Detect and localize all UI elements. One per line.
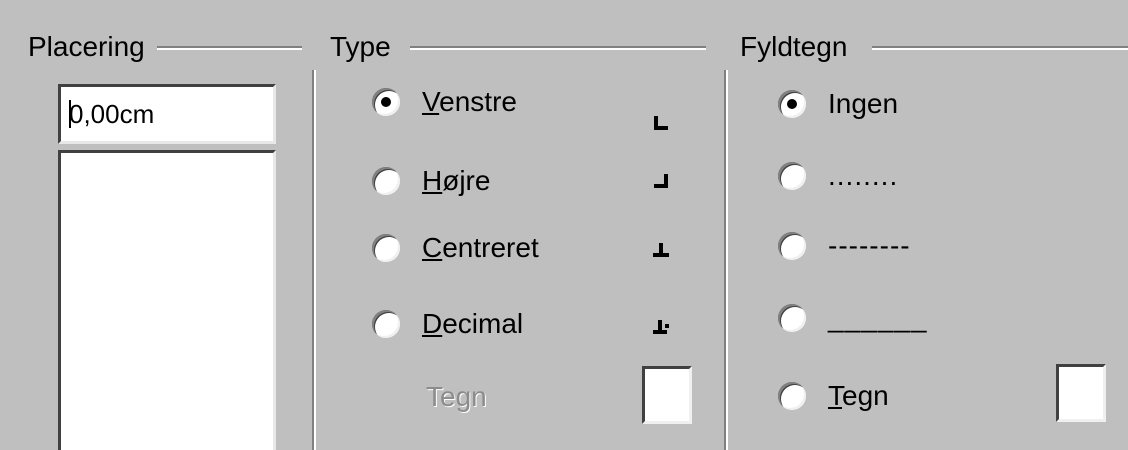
type-char-label: Tegn	[426, 381, 487, 412]
type-char-input[interactable]	[642, 366, 692, 424]
radio-button-hojre[interactable]	[372, 167, 400, 195]
center-tab-icon	[653, 243, 669, 257]
type-option-venstre-label: Venstre	[422, 86, 517, 117]
separator-left	[312, 70, 316, 450]
text-cursor	[69, 100, 71, 129]
radio-button-dots[interactable]	[778, 162, 806, 190]
radio-button-underscores[interactable]	[778, 304, 806, 332]
position-list[interactable]	[58, 150, 276, 450]
tabulator-dialog: Placering 0,00cm Type Venstre Højre Cent…	[0, 0, 1128, 450]
position-input[interactable]: 0,00cm	[58, 84, 276, 144]
fill-option-dashes[interactable]: --------	[778, 226, 911, 266]
fill-char-input[interactable]	[1056, 364, 1106, 422]
type-group-line	[410, 46, 706, 50]
position-input-value: 0,00cm	[69, 99, 155, 129]
placering-group-line	[150, 46, 302, 50]
radio-button-venstre[interactable]	[372, 88, 400, 116]
radio-button-centreret[interactable]	[372, 234, 400, 262]
fill-option-ingen-label: Ingen	[828, 88, 899, 119]
fill-option-underscores-label: ______	[828, 302, 928, 333]
fill-option-dashes-label: --------	[828, 230, 911, 261]
radio-button-decimal[interactable]	[372, 310, 400, 338]
type-option-venstre[interactable]: Venstre	[372, 82, 517, 122]
fill-option-ingen[interactable]: Ingen	[778, 84, 898, 124]
radio-button-ingen[interactable]	[778, 90, 806, 118]
fill-option-dots[interactable]: ........	[778, 156, 898, 196]
type-option-hojre[interactable]: Højre	[372, 161, 490, 201]
type-option-decimal-label: Decimal	[422, 308, 524, 339]
fill-option-tegn[interactable]: Tegn	[778, 376, 889, 416]
decimal-tab-icon	[653, 320, 669, 334]
type-option-centreret[interactable]: Centreret	[372, 228, 539, 268]
left-tab-icon	[654, 116, 668, 130]
placering-group-title: Placering	[28, 30, 157, 64]
fill-option-dots-label: ........	[828, 160, 899, 191]
type-group-title: Type	[330, 30, 403, 64]
fyldtegn-group-line	[872, 46, 1128, 50]
fyldtegn-group-title: Fyldtegn	[740, 30, 860, 64]
fill-option-underscores[interactable]: ______	[778, 298, 927, 338]
separator-right	[724, 70, 728, 450]
radio-button-dashes[interactable]	[778, 232, 806, 260]
type-option-centreret-label: Centreret	[422, 232, 539, 263]
type-option-hojre-label: Højre	[422, 165, 491, 196]
right-tab-icon	[654, 174, 668, 188]
radio-button-tegn[interactable]	[778, 382, 806, 410]
type-option-decimal[interactable]: Decimal	[372, 304, 523, 344]
fill-option-tegn-label: Tegn	[828, 380, 889, 411]
